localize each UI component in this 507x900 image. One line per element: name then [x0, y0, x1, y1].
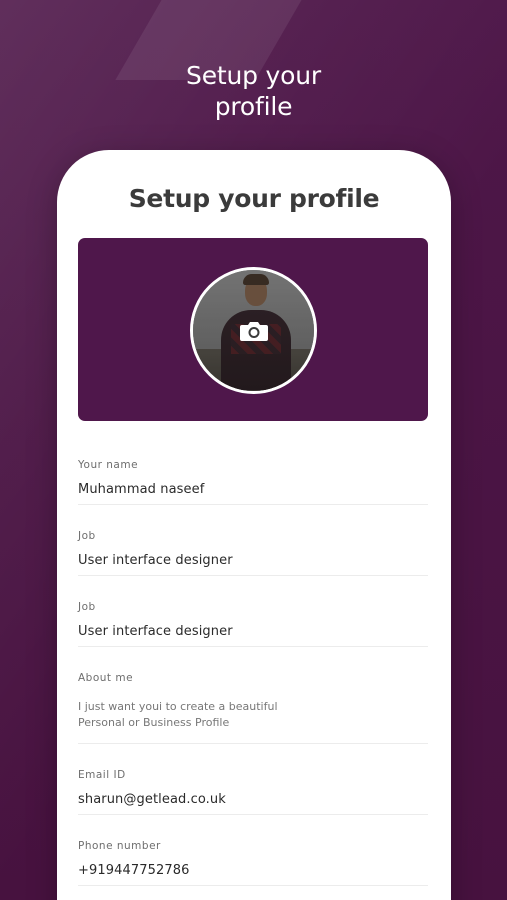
field-name[interactable]: Your name Muhammad naseef	[78, 458, 428, 505]
field-job-secondary[interactable]: Job User interface designer	[78, 576, 428, 647]
screen-title: Setup your profile	[128, 184, 380, 213]
field-job[interactable]: Job User interface designer	[78, 505, 428, 576]
field-phone[interactable]: Phone number +919447752786	[78, 815, 428, 886]
profile-cover	[78, 238, 428, 421]
field-phone-label: Phone number	[78, 840, 161, 852]
profile-form: Your name Muhammad naseef Job User inter…	[78, 458, 428, 886]
hero-title-line-1: Setup your	[186, 61, 321, 90]
field-job-secondary-label: Job	[78, 601, 96, 613]
camera-icon[interactable]	[239, 320, 269, 342]
field-about[interactable]: About me I just want youi to create a be…	[78, 647, 428, 744]
field-email-label: Email ID	[78, 769, 126, 781]
field-about-label: About me	[78, 672, 134, 684]
about-textarea[interactable]: I just want youi to create a beautiful P…	[78, 699, 318, 730]
name-input[interactable]: Muhammad naseef	[78, 481, 428, 498]
field-job-label: Job	[78, 530, 96, 542]
job-input[interactable]: User interface designer	[78, 552, 428, 569]
hero-title: Setup your profile	[0, 60, 507, 122]
phone-input[interactable]: +919447752786	[78, 862, 428, 879]
job-secondary-input[interactable]: User interface designer	[78, 623, 428, 640]
field-name-label: Your name	[78, 459, 139, 471]
avatar-upload[interactable]	[190, 267, 317, 394]
hero-title-line-2: profile	[214, 92, 293, 121]
email-input[interactable]: sharun@getlead.co.uk	[78, 791, 428, 808]
phone-mockup: Setup your profile Your name Muhammad na…	[57, 150, 451, 900]
field-email[interactable]: Email ID sharun@getlead.co.uk	[78, 744, 428, 815]
